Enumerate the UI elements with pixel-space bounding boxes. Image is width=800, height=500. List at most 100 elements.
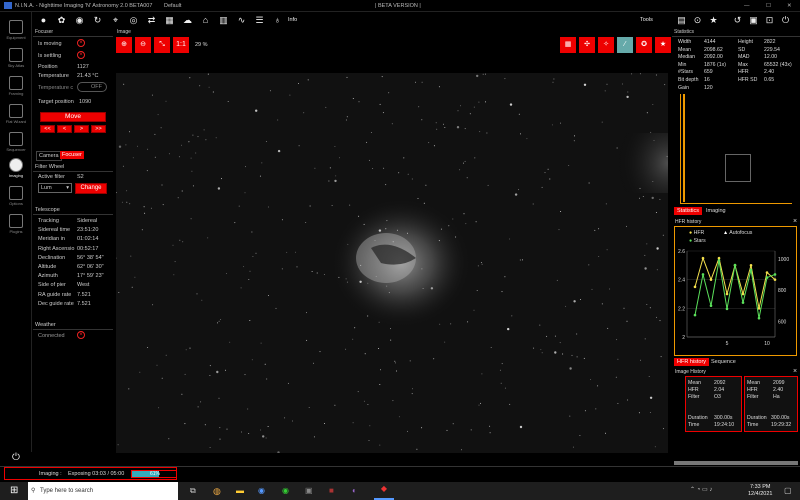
app-icon-3[interactable]: ▣ [305, 486, 313, 495]
nav-flat-wizard[interactable]: Flat Wizard [0, 104, 32, 124]
temp-comp-toggle[interactable]: OFF [77, 82, 107, 92]
nav-sky-atlas[interactable]: Sky Atlas [0, 48, 32, 68]
tab-sequence[interactable]: Sequence [708, 358, 739, 366]
star [262, 435, 265, 438]
captured-image[interactable] [116, 73, 668, 453]
chart-icon[interactable]: ∿ [236, 15, 247, 26]
guider-icon[interactable]: ◎ [128, 15, 139, 26]
switch-icon[interactable]: ⇄ [146, 15, 157, 26]
tab-imaging[interactable]: Imaging [703, 207, 729, 215]
mount-icon[interactable]: ⊙ [692, 15, 703, 26]
nav-plugins[interactable]: Plugins [0, 214, 32, 234]
one-to-one-button[interactable]: 1:1 [173, 37, 189, 53]
filter-select[interactable]: Lum ▾ [38, 183, 72, 193]
star-icon[interactable]: ★ [708, 15, 719, 26]
task-view-icon[interactable]: ⧉ [190, 486, 196, 496]
change-filter-button[interactable]: Change [75, 183, 107, 194]
rotator-icon[interactable]: ↻ [92, 15, 103, 26]
app-icon-2[interactable]: ◉ [282, 486, 289, 495]
power-icon[interactable]: ⏻ [780, 15, 791, 26]
filter-wheel-icon[interactable]: ✿ [56, 15, 67, 26]
star [338, 276, 340, 278]
tab-camera[interactable]: Camera [36, 151, 62, 161]
file-explorer-icon[interactable]: ▬ [236, 486, 244, 495]
minimize-button[interactable]: — [744, 3, 750, 9]
weather-icon[interactable]: ☁ [182, 15, 193, 26]
history-scrollbar[interactable] [674, 461, 798, 465]
sequence-icon[interactable]: ☰ [254, 15, 265, 26]
step-far-right-button[interactable]: >> [91, 125, 106, 133]
nina-taskbar-icon[interactable]: ◆ [374, 484, 394, 500]
history-card-2[interactable]: Mean HFR Filter 2099 2.40 Ha Duration Ti… [744, 376, 798, 432]
star [218, 397, 220, 399]
tab-hfr-history[interactable]: HFR history [674, 358, 710, 366]
star [143, 206, 145, 208]
star [128, 388, 130, 390]
dome-icon[interactable]: ⌂ [200, 15, 211, 26]
tab-focuser[interactable]: Focuser [60, 151, 84, 159]
bulb-icon[interactable]: ♁ [272, 15, 283, 26]
calculator-icon[interactable]: ▤ [676, 15, 687, 26]
notification-icon[interactable]: ▢ [784, 486, 792, 495]
zoom-out-icon[interactable]: ⊖ [135, 37, 151, 53]
step-left-button[interactable]: < [57, 125, 72, 133]
star [207, 237, 209, 239]
step-right-button[interactable]: > [74, 125, 89, 133]
flat-panel-icon[interactable]: ▦ [164, 15, 175, 26]
nav-options[interactable]: Options [0, 186, 32, 206]
camera-icon[interactable]: ● [38, 15, 49, 26]
close-icon[interactable]: × [793, 368, 797, 375]
power-icon[interactable]: ⏻ [0, 452, 32, 463]
imaging-status: Imaging : Exposing 03:03 / 05:00 61% [4, 467, 177, 480]
taskbar-search[interactable]: ⚲ Type here to search [28, 482, 178, 500]
telescope-icon[interactable]: ⌖ [110, 15, 121, 26]
grid-icon[interactable]: ▦ [560, 37, 576, 53]
app-icon-1[interactable]: ◉ [258, 486, 265, 495]
save-icon[interactable]: ▣ [748, 15, 759, 26]
maximize-button[interactable]: ☐ [766, 3, 771, 9]
move-button[interactable]: Move [40, 112, 106, 122]
star-detect-icon[interactable]: ✧ [598, 37, 614, 53]
nav-sequencer[interactable]: Sequencer [0, 132, 32, 152]
star [378, 348, 380, 349]
stretch-icon[interactable]: ⁄ [617, 37, 633, 53]
nav-framing[interactable]: Framing [0, 76, 32, 96]
app-icon-4[interactable]: ■ [329, 486, 334, 495]
info-button[interactable]: Info [288, 15, 297, 26]
star [623, 307, 625, 309]
history-card-1[interactable]: Mean HFR Filter 2092 2.04 O3 Duration Ti… [685, 376, 742, 432]
star [638, 412, 640, 414]
tray-icons[interactable]: ⌃ ◔ ▭ ♪ [690, 486, 712, 493]
close-button[interactable]: ✕ [787, 3, 792, 9]
windows-start-icon[interactable]: ⊞ [10, 485, 21, 496]
focuser-icon[interactable]: ◉ [74, 15, 85, 26]
tools-menu[interactable]: Tools [640, 15, 653, 26]
star [479, 131, 481, 133]
app-icon-5[interactable]: ◐ [352, 486, 357, 495]
star [546, 335, 548, 337]
history-icon[interactable]: ↺ [732, 15, 743, 26]
safety-icon[interactable]: ▥ [218, 15, 229, 26]
nav-equipment[interactable]: Equipment [0, 20, 32, 40]
annotate-icon[interactable]: ★ [655, 37, 671, 53]
target-position-input[interactable]: 1090 [79, 99, 91, 105]
gain-value: 120 [704, 84, 713, 91]
zoom-in-icon[interactable]: ⊕ [116, 37, 132, 53]
telescope-header: Telescope [33, 206, 113, 215]
nav-imaging[interactable]: Imaging [0, 158, 32, 178]
step-far-left-button[interactable]: << [40, 125, 55, 133]
fit-icon[interactable]: ⤡ [154, 37, 170, 53]
close-icon[interactable]: × [793, 218, 797, 225]
tab-statistics[interactable]: Statistics [674, 207, 703, 215]
hfr-label: HFR [747, 387, 758, 393]
export-icon[interactable]: ⊡ [764, 15, 775, 26]
filter-value: Ha [773, 394, 780, 400]
chrome-icon[interactable]: ◍ [213, 486, 221, 497]
star [662, 234, 664, 236]
star [345, 119, 347, 121]
star [129, 131, 130, 133]
series-point-hfr [725, 292, 729, 296]
plate-solve-icon[interactable]: ✪ [636, 37, 652, 53]
crosshair-icon[interactable]: ✣ [579, 37, 595, 53]
taskbar-clock[interactable]: 7:33 PM 12/4/2021 [748, 484, 772, 498]
